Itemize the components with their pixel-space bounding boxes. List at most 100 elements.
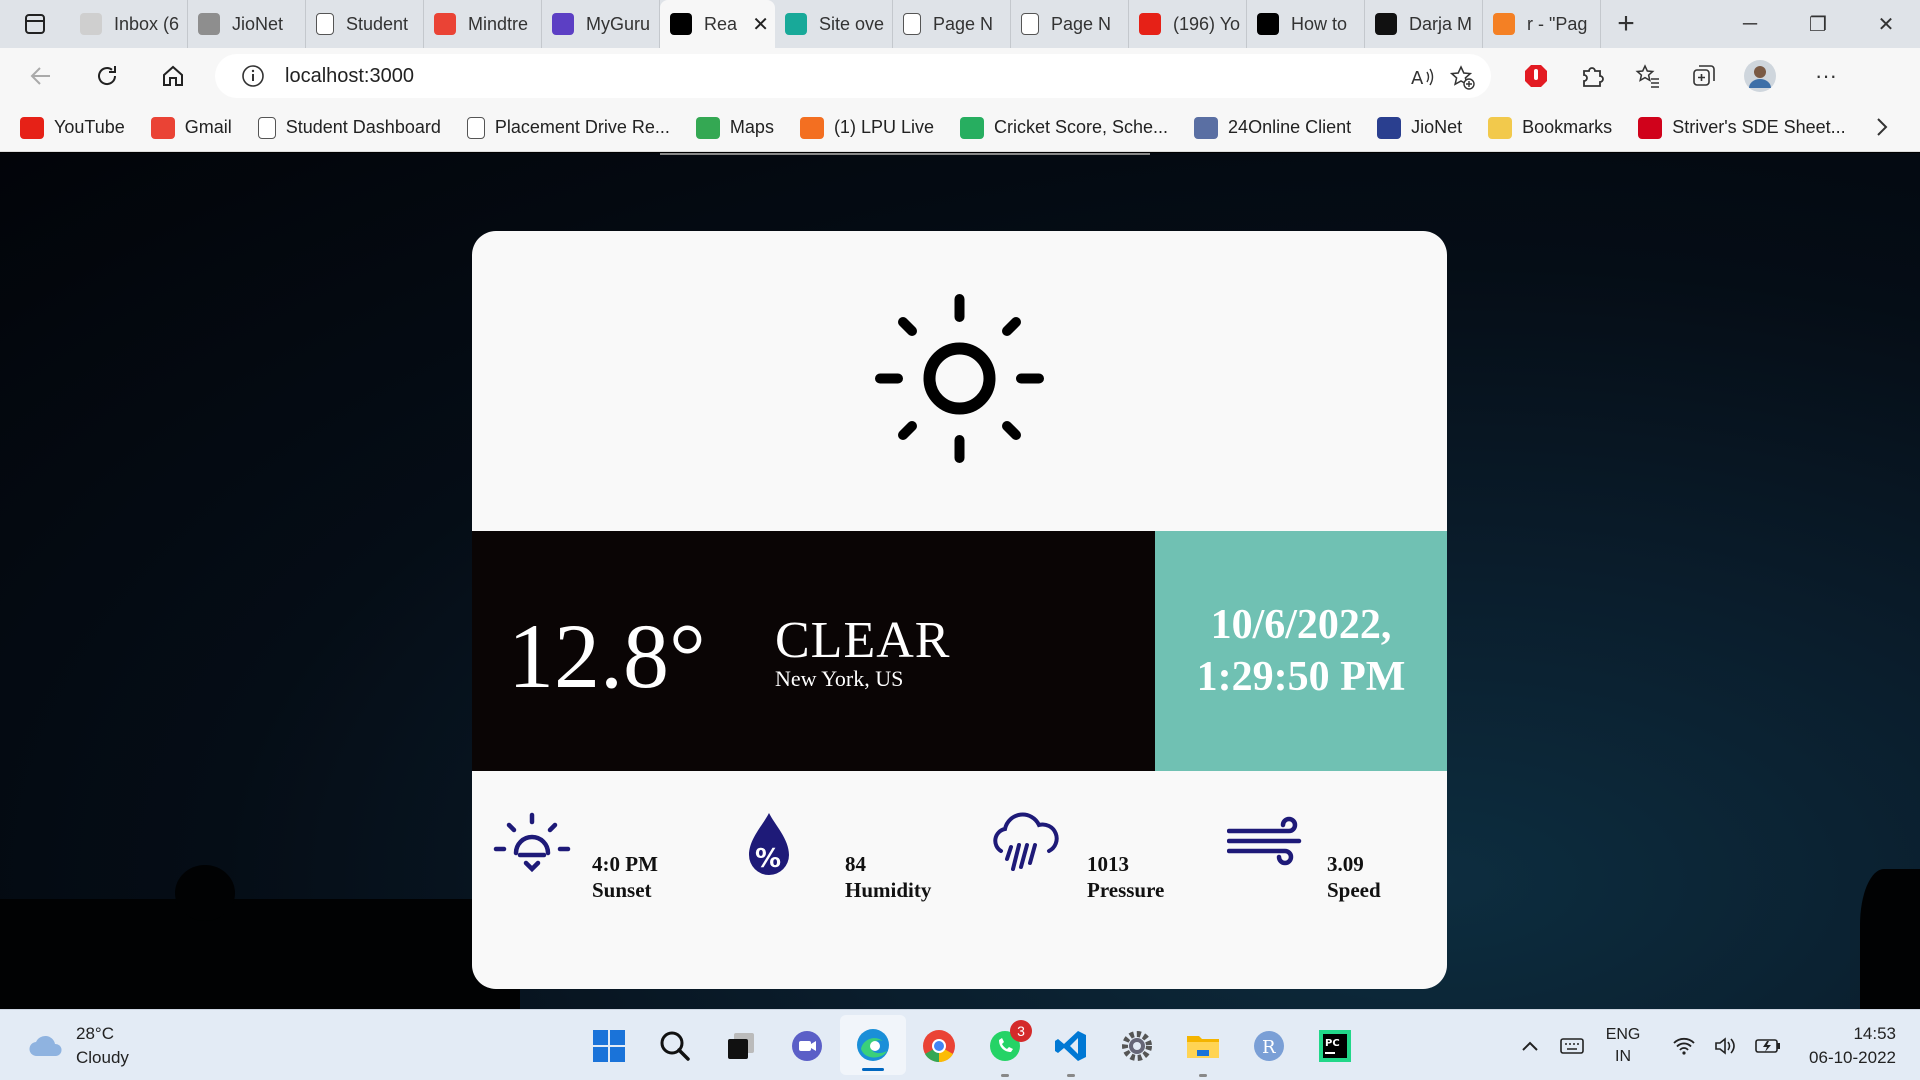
speed-label: Speed	[1327, 878, 1381, 902]
battery-button[interactable]	[1747, 1010, 1789, 1080]
pressure-label: Pressure	[1087, 878, 1165, 902]
bookmarks-overflow-button[interactable]	[1872, 116, 1892, 144]
info-icon[interactable]	[241, 64, 265, 88]
tab-actions-icon	[25, 14, 45, 34]
tab-5[interactable]: Rea ✕	[660, 0, 775, 48]
read-aloud-icon[interactable]: A	[1409, 64, 1435, 90]
volume-button[interactable]	[1705, 1010, 1747, 1080]
gmail-icon	[434, 13, 456, 35]
back-button[interactable]	[8, 48, 74, 104]
input-language[interactable]: ENG IN	[1593, 1024, 1653, 1068]
bookmark-3[interactable]: Placement Drive Re...	[466, 116, 670, 139]
touch-keyboard-button[interactable]	[1551, 1010, 1593, 1080]
bookmark-5[interactable]: (1) LPU Live	[799, 116, 934, 139]
home-button[interactable]	[140, 48, 206, 104]
taskbar-weather-widget[interactable]: 28°C Cloudy	[28, 1022, 129, 1070]
favorites-icon	[1635, 64, 1659, 88]
minimize-button[interactable]: ─	[1716, 0, 1784, 48]
collections-icon	[1693, 65, 1715, 86]
tab-10[interactable]: How to	[1247, 0, 1365, 48]
search-icon	[660, 1031, 690, 1061]
tab-label: Inbox (6	[114, 13, 180, 34]
tab-12[interactable]: r - "Pag	[1483, 0, 1601, 48]
vscode-taskbar-button[interactable]	[1038, 1010, 1104, 1080]
tab-9[interactable]: (196) Yo	[1129, 0, 1247, 48]
close-tab-icon[interactable]: ✕	[752, 12, 769, 37]
bookmark-6[interactable]: Cricket Score, Sche...	[959, 116, 1168, 139]
chrome-taskbar-button[interactable]	[906, 1010, 972, 1080]
taskbar-clock[interactable]: 14:53 06-10-2022	[1789, 1022, 1920, 1070]
tab-4[interactable]: MyGuru	[542, 0, 660, 48]
bookmark-0[interactable]: YouTube	[20, 116, 125, 139]
adblock-extension-button[interactable]	[1508, 48, 1564, 104]
taskbar: 28°C Cloudy 3 R PC ENG IN 14:53 06-10-20…	[0, 1009, 1920, 1080]
settings-taskbar-button[interactable]	[1104, 1010, 1170, 1080]
svg-text:A: A	[1411, 68, 1424, 89]
humidity-icon: %	[749, 813, 789, 875]
profile-button[interactable]	[1732, 48, 1788, 104]
sun-icon	[875, 294, 1044, 463]
restore-button[interactable]: ❐	[1784, 0, 1852, 48]
lang-region: IN	[1615, 1047, 1632, 1065]
tab-0[interactable]: Inbox (6	[70, 0, 188, 48]
svg-text:R: R	[1262, 1037, 1276, 1058]
tab-3[interactable]: Mindtre	[424, 0, 542, 48]
avatar	[1744, 60, 1776, 92]
bookmark-label: JioNet	[1411, 117, 1463, 137]
tab-8[interactable]: Page N	[1011, 0, 1129, 48]
file-explorer-taskbar-button[interactable]	[1170, 1010, 1236, 1080]
bookmark-4[interactable]: Maps	[695, 116, 774, 139]
search-button[interactable]	[642, 1010, 708, 1080]
page-icon	[257, 116, 276, 139]
list-icon	[552, 13, 574, 35]
tab-2[interactable]: Student	[306, 0, 424, 48]
taskbar-weather-desc: Cloudy	[76, 1048, 129, 1067]
close-window-button[interactable]: ✕	[1852, 0, 1920, 48]
bookmark-label: Placement Drive Re...	[494, 117, 670, 137]
tab-1[interactable]: JioNet	[188, 0, 306, 48]
lpu-icon	[799, 116, 824, 139]
settings-more-button[interactable]: ···	[1798, 48, 1854, 104]
gmail-icon	[150, 116, 175, 139]
whatsapp-taskbar-button[interactable]: 3	[972, 1010, 1038, 1080]
url-text[interactable]: localhost:3000	[285, 65, 414, 88]
bookmark-2[interactable]: Student Dashboard	[257, 116, 441, 139]
tab-11[interactable]: Darja M	[1365, 0, 1483, 48]
tab-actions-button[interactable]	[0, 0, 70, 48]
start-button[interactable]	[576, 1010, 642, 1080]
favorites-button[interactable]	[1620, 48, 1676, 104]
date-text: 10/6/2022,	[1210, 602, 1392, 648]
tab-label: MyGuru	[586, 13, 651, 34]
extensions-button[interactable]	[1564, 48, 1620, 104]
bookmark-label: Bookmarks	[1522, 117, 1613, 137]
bookmark-label: Gmail	[184, 117, 232, 137]
bookmark-8[interactable]: JioNet	[1377, 116, 1463, 139]
bookmark-7[interactable]: 24Online Client	[1194, 116, 1351, 139]
tab-label: Rea	[704, 13, 738, 34]
task-view-button[interactable]	[708, 1010, 774, 1080]
bookmark-10[interactable]: Striver's SDE Sheet...	[1638, 116, 1846, 139]
pycharm-taskbar-button[interactable]: PC	[1302, 1010, 1368, 1080]
r-taskbar-button[interactable]: R	[1236, 1010, 1302, 1080]
new-tab-button[interactable]: +	[1601, 0, 1651, 48]
clock-date: 06-10-2022	[1809, 1047, 1896, 1067]
edge-taskbar-button[interactable]	[840, 1015, 906, 1075]
teams-chat-button[interactable]	[774, 1010, 840, 1080]
speed-value: 3.09	[1327, 852, 1364, 876]
network-button[interactable]	[1663, 1010, 1705, 1080]
collections-button[interactable]	[1676, 48, 1732, 104]
bookmark-9[interactable]: Bookmarks	[1488, 116, 1613, 139]
bookmark-1[interactable]: Gmail	[150, 116, 232, 139]
omnibox[interactable]: localhost:3000 A	[215, 54, 1491, 98]
tab-6[interactable]: Site ove	[775, 0, 893, 48]
vscode-icon	[1055, 1030, 1086, 1061]
bookmark-label: Striver's SDE Sheet...	[1672, 117, 1846, 137]
top-divider	[660, 153, 1150, 155]
show-hidden-icons-button[interactable]	[1509, 1010, 1551, 1080]
tab-7[interactable]: Page N	[893, 0, 1011, 48]
gear-icon	[1122, 1030, 1152, 1061]
refresh-button[interactable]	[74, 48, 140, 104]
add-favorite-icon[interactable]	[1449, 64, 1475, 90]
cricbuzz-icon	[959, 116, 984, 139]
clock-time: 14:53	[1853, 1023, 1896, 1043]
